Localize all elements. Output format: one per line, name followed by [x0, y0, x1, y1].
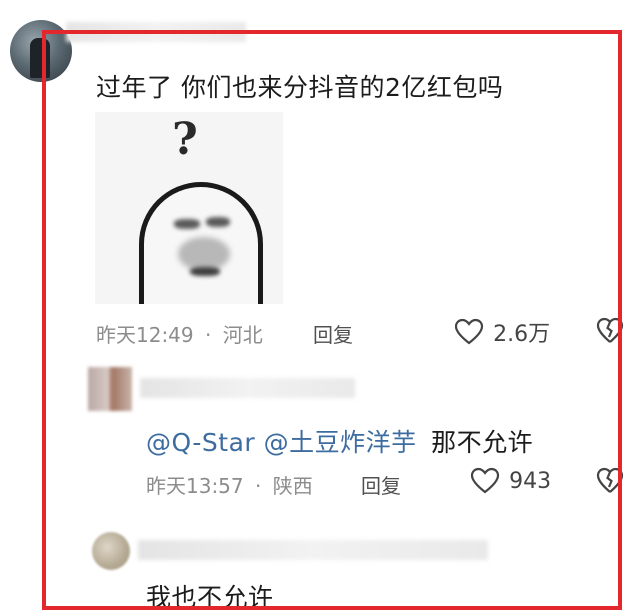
reply-name-blurred[interactable] [140, 378, 355, 398]
third-avatar[interactable] [92, 532, 130, 570]
meme-sticker-image[interactable]: ? [95, 112, 283, 304]
mention-tudou[interactable]: @土豆炸洋芋 [264, 428, 417, 457]
reply-avatar[interactable] [88, 367, 132, 411]
meme-eye-left [174, 219, 200, 229]
heart-outline-icon [454, 318, 484, 345]
reply-time: 昨天13:57 [146, 474, 244, 498]
reply-text: 那不允许 [431, 428, 534, 457]
meta-separator: · [205, 323, 212, 347]
comment-location: 河北 [222, 323, 263, 347]
like-button[interactable]: 2.6万 [454, 316, 550, 348]
commenter-avatar[interactable] [10, 20, 72, 82]
comment-time: 昨天12:49 [96, 323, 194, 347]
reply-meta: 昨天13:57 · 陕西 [146, 470, 313, 499]
meme-mouth [190, 267, 220, 276]
broken-heart-icon [596, 467, 624, 493]
meme-figure [139, 182, 263, 304]
reply-like-button[interactable]: 943 [470, 467, 551, 495]
meta-separator: · [255, 474, 262, 498]
reply-location: 陕西 [272, 474, 313, 498]
reply-like-count: 943 [509, 468, 552, 494]
comment-text: 过年了 你们也来分抖音的2亿红包吗 [96, 73, 504, 102]
broken-heart-icon [596, 317, 624, 343]
reply-text-line: @Q-Star @土豆炸洋芋 那不允许 [146, 423, 533, 459]
meme-face [178, 237, 230, 271]
reply-button[interactable]: 回复 [313, 319, 353, 348]
heart-outline-icon [470, 467, 500, 494]
third-comment-text: 我也不允许 [146, 583, 274, 612]
mention-q-star[interactable]: @Q-Star [146, 428, 255, 457]
comment-meta: 昨天12:49 · 河北 [96, 319, 263, 348]
reply-dislike-button[interactable] [596, 467, 624, 499]
question-mark-glyph: ? [172, 114, 198, 165]
dislike-button[interactable] [596, 317, 624, 349]
reply-reply-button[interactable]: 回复 [361, 470, 401, 499]
third-name-blurred[interactable] [138, 540, 488, 560]
meme-eye-right [206, 217, 230, 227]
commenter-name-blurred[interactable] [66, 22, 246, 42]
like-count: 2.6万 [493, 322, 551, 347]
